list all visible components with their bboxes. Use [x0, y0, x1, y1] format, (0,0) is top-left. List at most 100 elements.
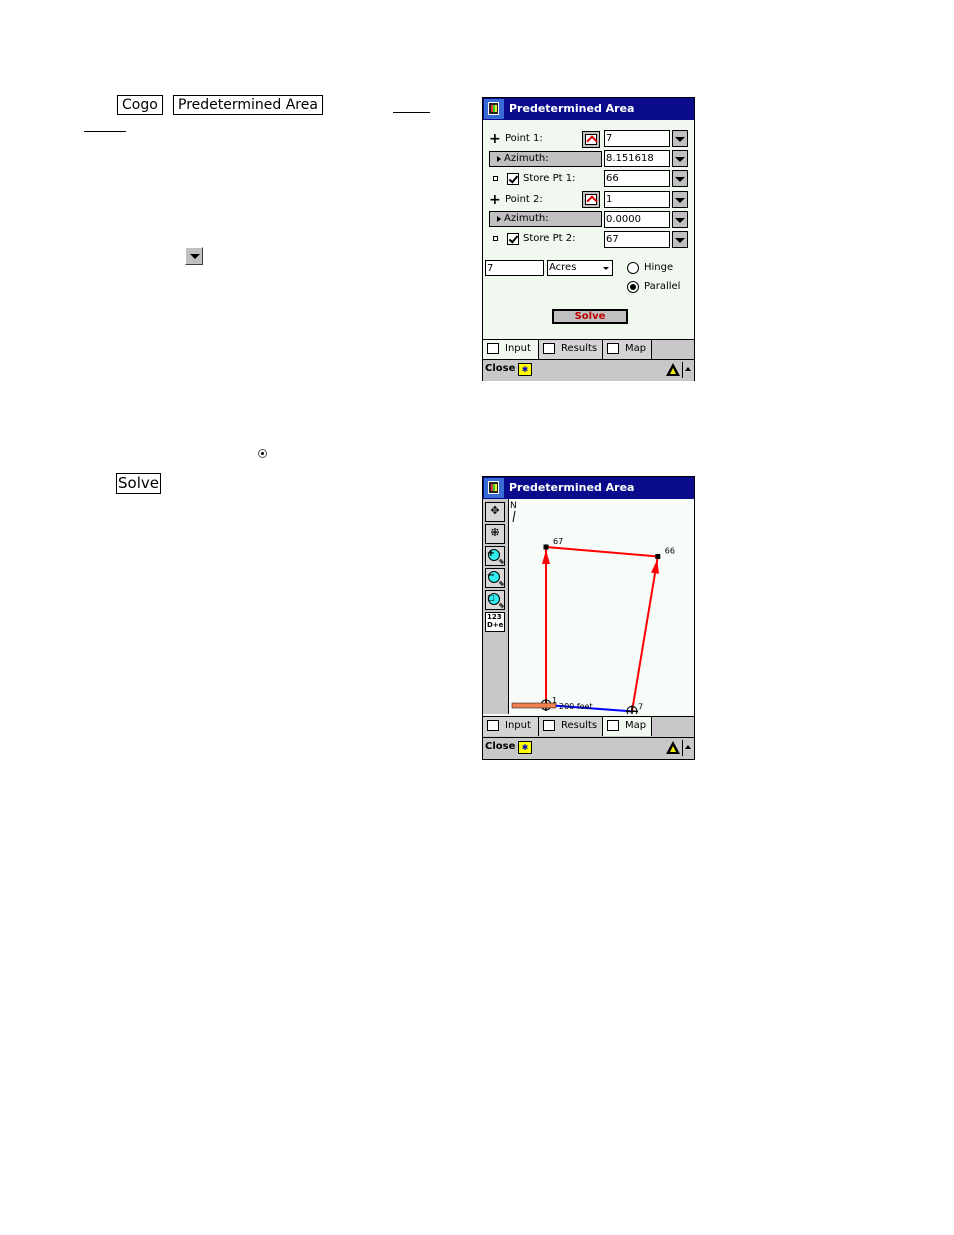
input-form-icon	[487, 343, 499, 354]
store-pt2-label: Store Pt 2:	[523, 233, 576, 244]
triangle-status-icon[interactable]	[666, 363, 680, 376]
point1-label: Point 1:	[505, 133, 543, 144]
add-point-icon[interactable]: +	[489, 132, 501, 146]
tab-map[interactable]: Map	[603, 340, 652, 359]
menu-predetermined-area-label: Predetermined Area	[173, 95, 323, 115]
hinge-label: Hinge	[644, 262, 674, 273]
map-point-66[interactable]	[655, 553, 661, 559]
tab-results-label: Results	[561, 343, 598, 354]
pick-from-map-button[interactable]	[582, 131, 600, 148]
azimuth2-button[interactable]: Azimuth:	[489, 211, 602, 227]
parallel-radio[interactable]	[627, 281, 639, 293]
store-pt2-dropdown[interactable]	[672, 231, 688, 248]
map-point-label-66: 66	[665, 546, 675, 555]
divider	[682, 362, 683, 378]
store-pt1-label: Store Pt 1:	[523, 173, 576, 184]
tab-bar: Input Results Map	[483, 716, 694, 737]
scale-bar	[511, 702, 557, 709]
azimuth1-label: Azimuth:	[504, 153, 549, 164]
bullet-icon	[493, 236, 498, 241]
input-form-icon	[487, 720, 499, 731]
solve-button[interactable]: Solve	[552, 309, 628, 324]
north-arrow-label: N	[510, 501, 517, 511]
close-button[interactable]: Close	[485, 741, 515, 752]
hinge-radio[interactable]	[627, 262, 639, 274]
map-point-label-67: 67	[553, 537, 563, 546]
store-pt2-input[interactable]: 67	[604, 231, 670, 248]
tab-input[interactable]: Input	[483, 717, 539, 736]
tab-input-label: Input	[505, 343, 531, 354]
store-pt1-checkbox[interactable]	[507, 173, 519, 185]
window-title: Predetermined Area	[509, 481, 635, 494]
area-units-select[interactable]: Acres	[547, 260, 613, 276]
tab-results-label: Results	[561, 720, 598, 731]
point1-input[interactable]: 7	[604, 130, 670, 147]
menu-cogo-label: Cogo	[117, 95, 163, 115]
add-point-icon[interactable]: +	[489, 193, 501, 207]
map-icon	[607, 720, 619, 731]
point-labels-icon[interactable]: 123 D+e	[485, 612, 505, 632]
bullet-icon	[493, 176, 498, 181]
tab-map-label: Map	[625, 720, 647, 731]
scroll-up-icon[interactable]	[685, 745, 691, 749]
direction-arrow-icon	[542, 550, 550, 564]
zoom-out-icon[interactable]: −	[485, 568, 505, 588]
start-menu-icon[interactable]	[484, 99, 504, 119]
zoom-center-icon[interactable]: ⁜	[485, 524, 505, 544]
command-bar: Close ✱	[483, 737, 694, 759]
blank-line	[84, 131, 126, 132]
chevron-down-icon	[603, 267, 609, 270]
window-title: Predetermined Area	[509, 102, 635, 115]
radio-selected-icon	[258, 449, 267, 458]
results-list-icon	[543, 343, 555, 354]
map-toolbar: ✥ ⁜ + − □ 123 D+e	[483, 499, 509, 714]
command-bar: Close ✱	[483, 359, 694, 381]
tab-input[interactable]: Input	[483, 340, 539, 359]
point2-dropdown[interactable]	[672, 191, 688, 208]
tab-results[interactable]: Results	[539, 717, 603, 736]
blank-line	[393, 112, 430, 113]
map-segment-67-66	[545, 546, 658, 558]
north-arrow-icon	[512, 510, 516, 523]
map-screen: Predetermined Area ✥ ⁜ + − □ 123 D+e N 67…	[482, 476, 695, 760]
point1-dropdown[interactable]	[672, 130, 688, 147]
keyboard-icon[interactable]: ✱	[518, 741, 532, 754]
azimuth1-button[interactable]: Azimuth:	[489, 151, 602, 167]
input-screen: Predetermined Area + Point 1: 7 Azimuth:…	[482, 97, 695, 381]
point2-input[interactable]: 1	[604, 191, 670, 208]
map-icon	[607, 343, 619, 354]
expand-icon	[497, 156, 501, 162]
azimuth1-dropdown[interactable]	[672, 150, 688, 167]
zoom-window-icon[interactable]: □	[485, 590, 505, 610]
tab-map[interactable]: Map	[603, 717, 652, 736]
azimuth1-input[interactable]: 8.151618	[604, 150, 670, 167]
zoom-in-icon[interactable]: +	[485, 546, 505, 566]
map-point-label-7: 7	[638, 702, 643, 711]
store-pt1-input[interactable]: 66	[604, 170, 670, 187]
start-menu-icon[interactable]	[484, 478, 504, 498]
parallel-label: Parallel	[644, 281, 681, 292]
map-segment-7-66	[631, 556, 659, 712]
azimuth2-label: Azimuth:	[504, 213, 549, 224]
azimuth2-dropdown[interactable]	[672, 211, 688, 228]
store-pt1-dropdown[interactable]	[672, 170, 688, 187]
map-point-67[interactable]	[543, 544, 549, 550]
zoom-extents-icon[interactable]: ✥	[485, 502, 505, 522]
map-canvas[interactable]: N 67 66 1 7 200 feet	[509, 499, 694, 718]
map-drawing: N 676617 200 feet	[510, 501, 675, 718]
tab-bar: Input Results Map	[483, 339, 694, 360]
scale-label: 200 feet	[559, 702, 593, 711]
area-input[interactable]: 7	[485, 260, 544, 276]
scroll-up-icon[interactable]	[685, 367, 691, 371]
keyboard-icon[interactable]: ✱	[518, 363, 532, 376]
tab-input-label: Input	[505, 720, 531, 731]
triangle-status-icon[interactable]	[666, 741, 680, 754]
azimuth2-input[interactable]: 0.0000	[604, 211, 670, 228]
tab-map-label: Map	[625, 343, 647, 354]
store-pt2-checkbox[interactable]	[507, 233, 519, 245]
point2-label: Point 2:	[505, 194, 543, 205]
tab-results[interactable]: Results	[539, 340, 603, 359]
pick-from-map-button[interactable]	[582, 191, 600, 208]
close-button[interactable]: Close	[485, 363, 515, 374]
expand-icon	[497, 216, 501, 222]
